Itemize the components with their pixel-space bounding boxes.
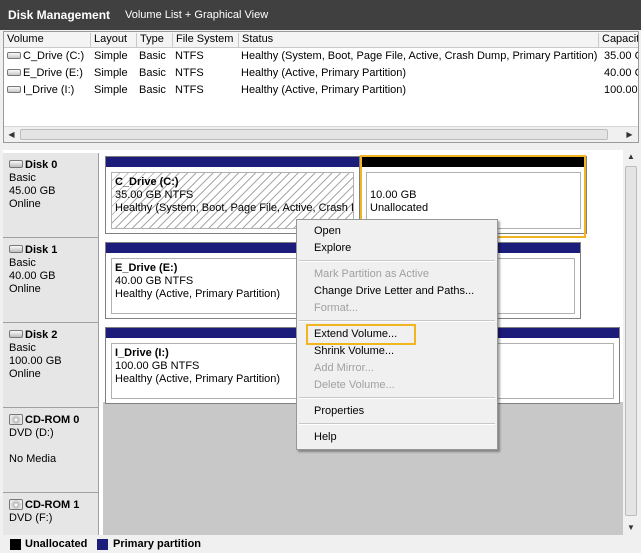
column-header-status[interactable]: Status (239, 33, 599, 47)
menu-item-shrink-volume[interactable]: Shrink Volume... (314, 345, 394, 357)
disk-name: Disk 1 (25, 244, 58, 256)
disk-name: Disk 2 (25, 329, 58, 341)
cdrom-0-info[interactable]: CD-ROM 0 DVD (D:) No Media (3, 408, 99, 493)
legend: Unallocated Primary partition (0, 536, 641, 553)
column-header-layout[interactable]: Layout (91, 33, 137, 47)
primary-partition-bar (106, 157, 359, 167)
view-label: Volume List + Graphical View (125, 9, 269, 21)
volume-type: Basic (139, 84, 166, 96)
app-title: Disk Management (8, 8, 111, 22)
cdrom-1-info[interactable]: CD-ROM 1 DVD (F:) (3, 493, 99, 535)
volume-layout: Simple (94, 67, 128, 79)
primary-partition-swatch (97, 539, 108, 550)
disk-name: CD-ROM 1 (25, 499, 80, 511)
menu-item-help[interactable]: Help (314, 431, 337, 443)
drive-icon (7, 51, 21, 59)
drive-icon (7, 68, 21, 76)
volume-fs: NTFS (175, 84, 204, 96)
column-header-file-system[interactable]: File System (173, 33, 239, 47)
menu-separator (299, 260, 495, 262)
column-header-type[interactable]: Type (137, 33, 173, 47)
column-header-volume[interactable]: Volume (4, 33, 91, 47)
vertical-scrollbar[interactable]: ▲ ▼ (624, 150, 638, 535)
disk-name: CD-ROM 0 (25, 414, 80, 426)
vertical-scroll-thumb[interactable] (625, 166, 637, 516)
menu-item-change-drive-letter[interactable]: Change Drive Letter and Paths... (314, 285, 474, 297)
menu-item-properties[interactable]: Properties (314, 405, 364, 417)
menu-item-mark-active: Mark Partition as Active (314, 268, 429, 280)
menu-item-add-mirror: Add Mirror... (314, 362, 374, 374)
menu-item-delete-volume: Delete Volume... (314, 379, 395, 391)
disk-state: Online (9, 368, 41, 380)
partition-name: C_Drive (C:) (115, 176, 179, 188)
horizontal-scroll-thumb[interactable] (20, 129, 608, 140)
context-menu: Open Explore Mark Partition as Active Ch… (296, 219, 498, 450)
cdrom-drive-letter: DVD (D:) (9, 427, 54, 439)
partition-status: Healthy (System, Boot, Page File, Active… (115, 202, 354, 214)
disk-size: 40.00 GB (9, 270, 56, 282)
scroll-down-arrow-icon[interactable]: ▼ (624, 521, 638, 535)
disk-0-info[interactable]: Disk 0 Basic 45.00 GB Online (3, 153, 99, 238)
disk-type: Basic (9, 342, 36, 354)
disk-state: Online (9, 198, 41, 210)
menu-item-explore[interactable]: Explore (314, 242, 351, 254)
volume-name: E_Drive (E:) (23, 67, 83, 79)
volume-row[interactable]: I_Drive (I:) Simple Basic NTFS Healthy (… (4, 82, 638, 99)
volume-fs: NTFS (175, 50, 204, 62)
horizontal-scrollbar[interactable]: ◀ ▶ (4, 126, 638, 142)
hard-disk-icon (9, 160, 23, 169)
column-header-capacity[interactable]: Capacity (599, 33, 638, 47)
disk-size: 45.00 GB (9, 185, 56, 197)
cd-drive-icon (9, 413, 23, 425)
volume-status: Healthy (Active, Primary Partition) (241, 84, 407, 96)
unallocated-swatch (10, 539, 21, 550)
disk-name: Disk 0 (25, 159, 58, 171)
volume-capacity: 100.00 (604, 84, 638, 96)
cdrom-drive-letter: DVD (F:) (9, 512, 53, 524)
disk-2-info[interactable]: Disk 2 Basic 100.00 GB Online (3, 323, 99, 408)
scroll-up-arrow-icon[interactable]: ▲ (624, 150, 638, 164)
hard-disk-icon (9, 330, 23, 339)
volume-type: Basic (139, 67, 166, 79)
menu-separator (299, 397, 495, 399)
volume-status: Healthy (System, Boot, Page File, Active… (241, 50, 598, 62)
menu-item-format: Format... (314, 302, 359, 314)
disk-size: 100.00 GB (9, 355, 62, 367)
volume-layout: Simple (94, 50, 128, 62)
disk-type: Basic (9, 172, 36, 184)
volume-name: C_Drive (C:) (23, 50, 85, 62)
legend-primary-label: Primary partition (113, 538, 202, 550)
scroll-right-arrow-icon[interactable]: ▶ (623, 128, 636, 141)
volume-row[interactable]: E_Drive (E:) Simple Basic NTFS Healthy (… (4, 65, 638, 82)
menu-separator (299, 423, 495, 425)
cdrom-media-status: No Media (9, 453, 57, 465)
volume-capacity: 35.00 G (604, 50, 638, 62)
drive-icon (7, 85, 21, 93)
title-bar: Disk Management Volume List + Graphical … (0, 0, 641, 30)
volume-list-header: Volume Layout Type File System Status Ca… (4, 32, 638, 48)
cd-drive-icon (9, 498, 23, 510)
volume-layout: Simple (94, 84, 128, 96)
scroll-left-arrow-icon[interactable]: ◀ (5, 128, 18, 141)
extend-volume-highlight (306, 324, 416, 345)
volume-type: Basic (139, 50, 166, 62)
volume-name: I_Drive (I:) (23, 84, 75, 96)
volume-capacity: 40.00 G (604, 67, 638, 79)
volume-list[interactable]: Volume Layout Type File System Status Ca… (3, 31, 639, 143)
volume-fs: NTFS (175, 67, 204, 79)
disk-1-info[interactable]: Disk 1 Basic 40.00 GB Online (3, 238, 99, 323)
legend-unallocated-label: Unallocated (25, 538, 88, 550)
hard-disk-icon (9, 245, 23, 254)
disk-state: Online (9, 283, 41, 295)
menu-separator (299, 320, 495, 322)
volume-row[interactable]: C_Drive (C:) Simple Basic NTFS Healthy (… (4, 48, 638, 65)
disk-type: Basic (9, 257, 36, 269)
volume-status: Healthy (Active, Primary Partition) (241, 67, 407, 79)
menu-item-open[interactable]: Open (314, 225, 341, 237)
partition-size: 35.00 GB NTFS (115, 189, 194, 201)
